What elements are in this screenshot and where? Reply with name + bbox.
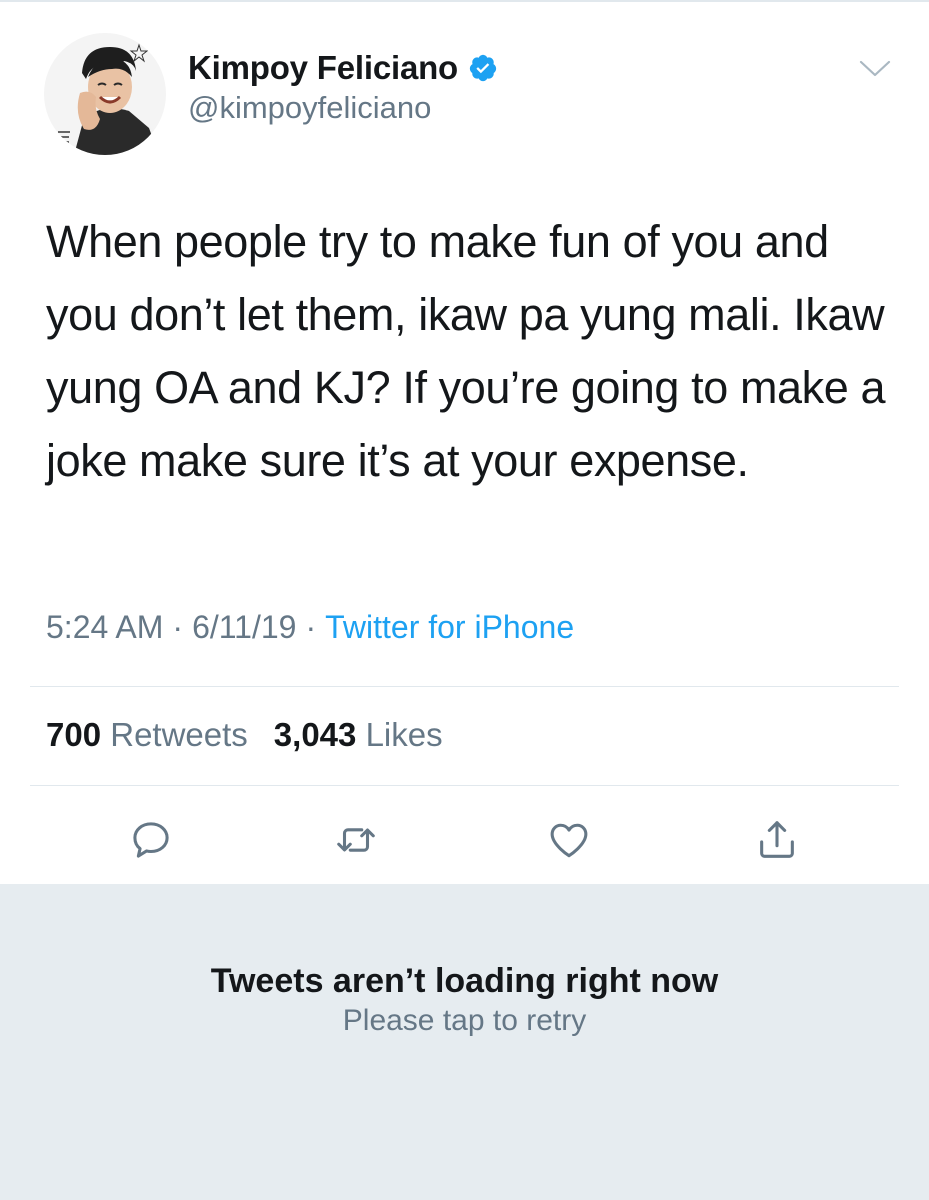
- share-icon: [760, 821, 794, 858]
- divider: [30, 686, 899, 687]
- likes-label: Likes: [365, 716, 443, 753]
- tweet-stats: 700 Retweets 3,043 Likes: [46, 716, 443, 754]
- tweet-meta: 5:24 AM · 6/11/19 · Twitter for iPhone: [46, 609, 574, 646]
- share-button[interactable]: [747, 810, 807, 870]
- error-title: Tweets aren’t loading right now: [210, 962, 719, 1000]
- likes-stat[interactable]: 3,043 Likes: [274, 716, 443, 754]
- author-handle[interactable]: @kimpoyfeliciano: [188, 90, 431, 126]
- tweet-text: When people try to make fun of you and y…: [46, 216, 886, 486]
- avatar[interactable]: [44, 33, 166, 155]
- reply-button[interactable]: [121, 810, 181, 870]
- like-button[interactable]: [539, 810, 599, 870]
- verified-badge-icon: [469, 54, 497, 82]
- like-icon: [550, 823, 588, 858]
- error-panel[interactable]: [0, 884, 929, 1200]
- chevron-down-icon[interactable]: [858, 58, 892, 80]
- retweets-label: Retweets: [110, 716, 248, 753]
- meta-separator: ·: [305, 609, 317, 645]
- retweets-stat[interactable]: 700 Retweets: [46, 716, 248, 754]
- retweets-count: 700: [46, 716, 102, 753]
- tweet-screenshot: Kimpoy Feliciano @kimpoyfeliciano When p…: [0, 0, 929, 1200]
- tweet-source-link[interactable]: Twitter for iPhone: [325, 609, 574, 646]
- likes-count: 3,043: [273, 716, 357, 753]
- retweet-icon: [337, 828, 375, 852]
- tweet-card: Kimpoy Feliciano @kimpoyfeliciano When p…: [0, 0, 929, 884]
- divider: [30, 785, 899, 786]
- author-display-name[interactable]: Kimpoy Feliciano: [188, 49, 458, 87]
- reply-icon: [133, 822, 169, 858]
- retry-link[interactable]: Please tap to retry: [0, 1004, 929, 1038]
- retweet-button[interactable]: [326, 810, 386, 870]
- tweet-date: 6/11/19: [192, 609, 297, 645]
- avatar-photo: [44, 33, 166, 155]
- author-name-row: Kimpoy Feliciano: [188, 48, 498, 88]
- top-border: [0, 0, 929, 2]
- tweet-time: 5:24 AM: [46, 609, 164, 645]
- meta-separator: ·: [172, 609, 184, 645]
- tweet-actions: [0, 810, 929, 870]
